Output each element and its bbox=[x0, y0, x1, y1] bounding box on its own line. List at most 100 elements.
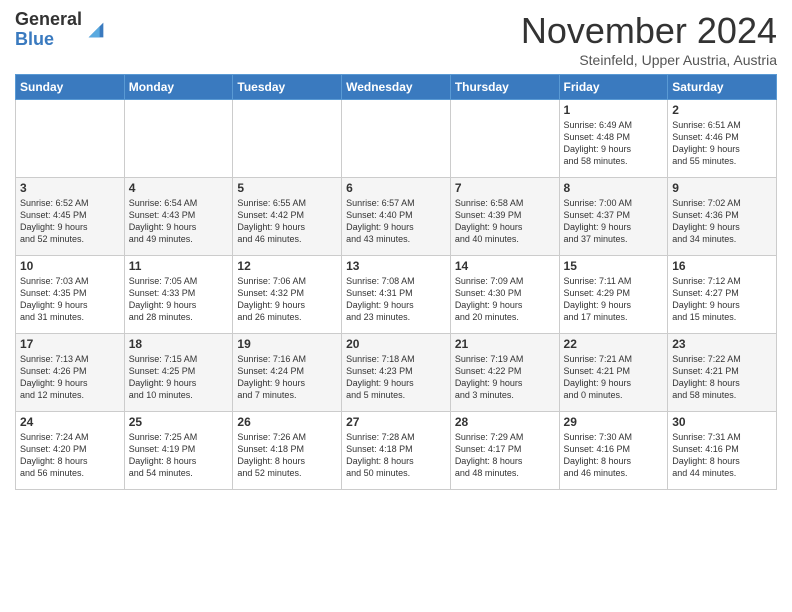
calendar-cell: 18Sunrise: 7:15 AMSunset: 4:25 PMDayligh… bbox=[124, 334, 233, 412]
logo-icon bbox=[85, 19, 107, 41]
day-number: 12 bbox=[237, 259, 337, 273]
calendar-cell: 13 Sunrise: 7:08 AMSunset: 4:31 PMDayligh… bbox=[342, 256, 451, 334]
calendar-cell: 12 Sunrise: 7:06 AMSunset: 4:32 PMDayligh… bbox=[233, 256, 342, 334]
calendar-cell: 29Sunrise: 7:30 AMSunset: 4:16 PMDayligh… bbox=[559, 412, 668, 490]
weekday-header-tuesday: Tuesday bbox=[233, 75, 342, 100]
day-info: Sunrise: 7:11 AMSunset: 4:29 PMDaylight:… bbox=[564, 275, 664, 324]
day-number: 7 bbox=[455, 181, 555, 195]
calendar-cell: 21 Sunrise: 7:19 AMSunset: 4:22 PMDayligh… bbox=[450, 334, 559, 412]
title-block: November 2024 Steinfeld, Upper Austria, … bbox=[521, 10, 777, 68]
weekday-header-friday: Friday bbox=[559, 75, 668, 100]
day-number: 23 bbox=[672, 337, 772, 351]
day-number: 15 bbox=[564, 259, 664, 273]
day-number: 1 bbox=[564, 103, 664, 117]
calendar-cell: 24Sunrise: 7:24 AMSunset: 4:20 PMDayligh… bbox=[16, 412, 125, 490]
calendar-cell: 1 Sunrise: 6:49 AMSunset: 4:48 PMDaylight… bbox=[559, 100, 668, 178]
logo-general-text: General bbox=[15, 10, 82, 30]
day-number: 13 bbox=[346, 259, 446, 273]
day-number: 3 bbox=[20, 181, 120, 195]
day-info: Sunrise: 7:05 AMSunset: 4:33 PMDaylight:… bbox=[129, 275, 229, 324]
calendar-cell: 23Sunrise: 7:22 AMSunset: 4:21 PMDayligh… bbox=[668, 334, 777, 412]
day-number: 25 bbox=[129, 415, 229, 429]
day-number: 28 bbox=[455, 415, 555, 429]
calendar-week-4: 17Sunrise: 7:13 AMSunset: 4:26 PMDayligh… bbox=[16, 334, 777, 412]
day-number: 20 bbox=[346, 337, 446, 351]
day-info: Sunrise: 7:25 AMSunset: 4:19 PMDaylight:… bbox=[129, 431, 229, 480]
calendar-week-3: 10 Sunrise: 7:03 AMSunset: 4:35 PMDayligh… bbox=[16, 256, 777, 334]
day-info: Sunrise: 7:02 AMSunset: 4:36 PMDaylight:… bbox=[672, 197, 772, 246]
calendar-cell: 5 Sunrise: 6:55 AMSunset: 4:42 PMDaylight… bbox=[233, 178, 342, 256]
day-number: 18 bbox=[129, 337, 229, 351]
day-info: Sunrise: 6:49 AMSunset: 4:48 PMDaylight:… bbox=[564, 119, 664, 168]
weekday-header-saturday: Saturday bbox=[668, 75, 777, 100]
weekday-header-monday: Monday bbox=[124, 75, 233, 100]
calendar-cell: 20 Sunrise: 7:18 AMSunset: 4:23 PMDayligh… bbox=[342, 334, 451, 412]
day-info: Sunrise: 7:12 AMSunset: 4:27 PMDaylight:… bbox=[672, 275, 772, 324]
calendar-week-2: 3 Sunrise: 6:52 AMSunset: 4:45 PMDaylight… bbox=[16, 178, 777, 256]
day-info: Sunrise: 6:58 AMSunset: 4:39 PMDaylight:… bbox=[455, 197, 555, 246]
day-info: Sunrise: 7:21 AMSunset: 4:21 PMDaylight:… bbox=[564, 353, 664, 402]
day-info: Sunrise: 7:31 AMSunset: 4:16 PMDaylight:… bbox=[672, 431, 772, 480]
day-info: Sunrise: 7:28 AMSunset: 4:18 PMDaylight:… bbox=[346, 431, 446, 480]
logo: General Blue bbox=[15, 10, 107, 50]
month-title: November 2024 bbox=[521, 10, 777, 52]
calendar-cell: 8 Sunrise: 7:00 AMSunset: 4:37 PMDaylight… bbox=[559, 178, 668, 256]
day-info: Sunrise: 7:00 AMSunset: 4:37 PMDaylight:… bbox=[564, 197, 664, 246]
day-info: Sunrise: 7:26 AMSunset: 4:18 PMDaylight:… bbox=[237, 431, 337, 480]
day-info: Sunrise: 7:03 AMSunset: 4:35 PMDaylight:… bbox=[20, 275, 120, 324]
day-number: 10 bbox=[20, 259, 120, 273]
day-info: Sunrise: 6:57 AMSunset: 4:40 PMDaylight:… bbox=[346, 197, 446, 246]
calendar-cell: 19 Sunrise: 7:16 AMSunset: 4:24 PMDayligh… bbox=[233, 334, 342, 412]
calendar-week-5: 24Sunrise: 7:24 AMSunset: 4:20 PMDayligh… bbox=[16, 412, 777, 490]
day-info: Sunrise: 7:06 AMSunset: 4:32 PMDaylight:… bbox=[237, 275, 337, 324]
day-number: 30 bbox=[672, 415, 772, 429]
day-number: 9 bbox=[672, 181, 772, 195]
day-number: 14 bbox=[455, 259, 555, 273]
calendar-cell: 14 Sunrise: 7:09 AMSunset: 4:30 PMDayligh… bbox=[450, 256, 559, 334]
day-number: 22 bbox=[564, 337, 664, 351]
day-number: 21 bbox=[455, 337, 555, 351]
day-info: Sunrise: 6:52 AMSunset: 4:45 PMDaylight:… bbox=[20, 197, 120, 246]
calendar-cell: 4 Sunrise: 6:54 AMSunset: 4:43 PMDaylight… bbox=[124, 178, 233, 256]
calendar-cell bbox=[342, 100, 451, 178]
day-info: Sunrise: 7:19 AMSunset: 4:22 PMDaylight:… bbox=[455, 353, 555, 402]
calendar-cell: 6Sunrise: 6:57 AMSunset: 4:40 PMDaylight… bbox=[342, 178, 451, 256]
day-number: 19 bbox=[237, 337, 337, 351]
calendar-cell: 26 Sunrise: 7:26 AMSunset: 4:18 PMDayligh… bbox=[233, 412, 342, 490]
calendar-cell bbox=[16, 100, 125, 178]
calendar-cell: 15 Sunrise: 7:11 AMSunset: 4:29 PMDayligh… bbox=[559, 256, 668, 334]
day-number: 4 bbox=[129, 181, 229, 195]
day-number: 29 bbox=[564, 415, 664, 429]
calendar-header: SundayMondayTuesdayWednesdayThursdayFrid… bbox=[16, 75, 777, 100]
weekday-header-row: SundayMondayTuesdayWednesdayThursdayFrid… bbox=[16, 75, 777, 100]
day-number: 8 bbox=[564, 181, 664, 195]
calendar-cell: 16Sunrise: 7:12 AMSunset: 4:27 PMDayligh… bbox=[668, 256, 777, 334]
calendar-cell bbox=[124, 100, 233, 178]
day-info: Sunrise: 7:09 AMSunset: 4:30 PMDaylight:… bbox=[455, 275, 555, 324]
day-info: Sunrise: 6:51 AMSunset: 4:46 PMDaylight:… bbox=[672, 119, 772, 168]
day-number: 5 bbox=[237, 181, 337, 195]
weekday-header-thursday: Thursday bbox=[450, 75, 559, 100]
day-info: Sunrise: 7:29 AMSunset: 4:17 PMDaylight:… bbox=[455, 431, 555, 480]
day-info: Sunrise: 7:08 AMSunset: 4:31 PMDaylight:… bbox=[346, 275, 446, 324]
day-number: 2 bbox=[672, 103, 772, 117]
header: General Blue November 2024 Steinfeld, Up… bbox=[15, 10, 777, 68]
day-number: 11 bbox=[129, 259, 229, 273]
day-number: 24 bbox=[20, 415, 120, 429]
day-info: Sunrise: 6:55 AMSunset: 4:42 PMDaylight:… bbox=[237, 197, 337, 246]
day-info: Sunrise: 7:16 AMSunset: 4:24 PMDaylight:… bbox=[237, 353, 337, 402]
calendar-week-1: 1 Sunrise: 6:49 AMSunset: 4:48 PMDaylight… bbox=[16, 100, 777, 178]
calendar-cell: 2 Sunrise: 6:51 AMSunset: 4:46 PMDaylight… bbox=[668, 100, 777, 178]
calendar-cell: 30 Sunrise: 7:31 AMSunset: 4:16 PMDayligh… bbox=[668, 412, 777, 490]
day-info: Sunrise: 6:54 AMSunset: 4:43 PMDaylight:… bbox=[129, 197, 229, 246]
day-info: Sunrise: 7:18 AMSunset: 4:23 PMDaylight:… bbox=[346, 353, 446, 402]
calendar-cell: 22 Sunrise: 7:21 AMSunset: 4:21 PMDayligh… bbox=[559, 334, 668, 412]
weekday-header-wednesday: Wednesday bbox=[342, 75, 451, 100]
day-number: 27 bbox=[346, 415, 446, 429]
day-number: 26 bbox=[237, 415, 337, 429]
calendar-table: SundayMondayTuesdayWednesdayThursdayFrid… bbox=[15, 74, 777, 490]
day-number: 17 bbox=[20, 337, 120, 351]
calendar-cell: 17Sunrise: 7:13 AMSunset: 4:26 PMDayligh… bbox=[16, 334, 125, 412]
calendar-cell bbox=[233, 100, 342, 178]
calendar-cell: 9 Sunrise: 7:02 AMSunset: 4:36 PMDaylight… bbox=[668, 178, 777, 256]
